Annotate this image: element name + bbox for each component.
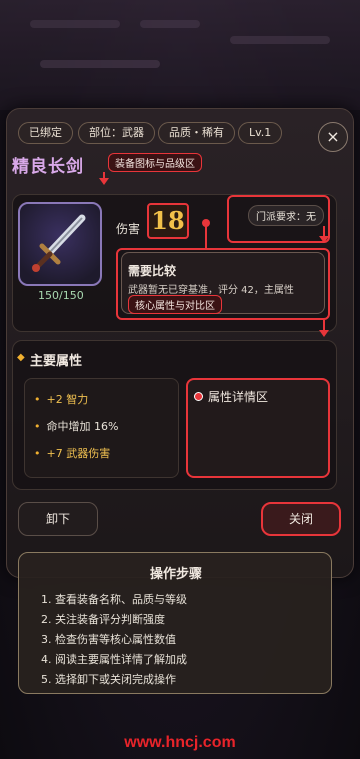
step-item: 3. 检查伤害等核心属性数值 (41, 633, 176, 646)
sect-requirement: 门派要求：无 (248, 205, 324, 226)
annotation-line (103, 172, 105, 180)
step-item: 5. 选择卸下或关闭完成操作 (41, 673, 176, 686)
attribute-item: • +7 武器伤害 (34, 447, 111, 460)
annotation-line (205, 226, 207, 248)
attribute-item: • 命中增加 16% (34, 420, 119, 433)
damage-value: 18 (147, 203, 189, 239)
close-icon[interactable]: × (318, 122, 348, 152)
quality-chip: 品质・稀有 (158, 122, 235, 144)
annotation-arrow (319, 330, 329, 337)
attribute-detail-label: 属性详情区 (208, 390, 269, 404)
annotation-core-area: 核心属性与对比区 (128, 295, 222, 314)
annotation-arrow (319, 236, 329, 243)
background-blur (0, 0, 360, 110)
durability-value: 150/150 (38, 289, 84, 302)
bound-chip: 已绑定 (18, 122, 73, 144)
attribute-item: • +2 智力 (34, 393, 89, 406)
item-name: 精良长剑 (12, 157, 84, 177)
annotation-icon-area: 装备图标与品级区 (108, 153, 202, 172)
level-chip: Lv.1 (238, 122, 283, 144)
step-item: 4. 阅读主要属性详情了解加成 (41, 653, 187, 666)
annotation-line (323, 320, 325, 330)
diamond-icon: ◆ (17, 352, 25, 363)
damage-label: 伤害 (116, 222, 141, 236)
watermark: www.hncj.com (124, 734, 236, 751)
slot-chip: 部位：武器 (78, 122, 155, 144)
compare-title: 需要比较 (128, 264, 177, 278)
step-item: 2. 关注装备评分判断强度 (41, 613, 165, 626)
step-item: 1. 查看装备名称、品质与等级 (41, 593, 187, 606)
attributes-heading: 主要属性 (30, 354, 83, 369)
compare-text: 武器暂无已穿基准，评分 42，主属性 (128, 285, 294, 296)
bullet-icon (194, 392, 203, 401)
steps-panel: 操作步骤 1. 查看装备名称、品质与等级 2. 关注装备评分判断强度 3. 检查… (18, 552, 332, 694)
sword-icon (18, 202, 102, 286)
steps-title: 操作步骤 (149, 567, 202, 582)
unequip-button[interactable]: 卸下 (18, 502, 98, 536)
close-button[interactable]: 关闭 (261, 502, 341, 536)
